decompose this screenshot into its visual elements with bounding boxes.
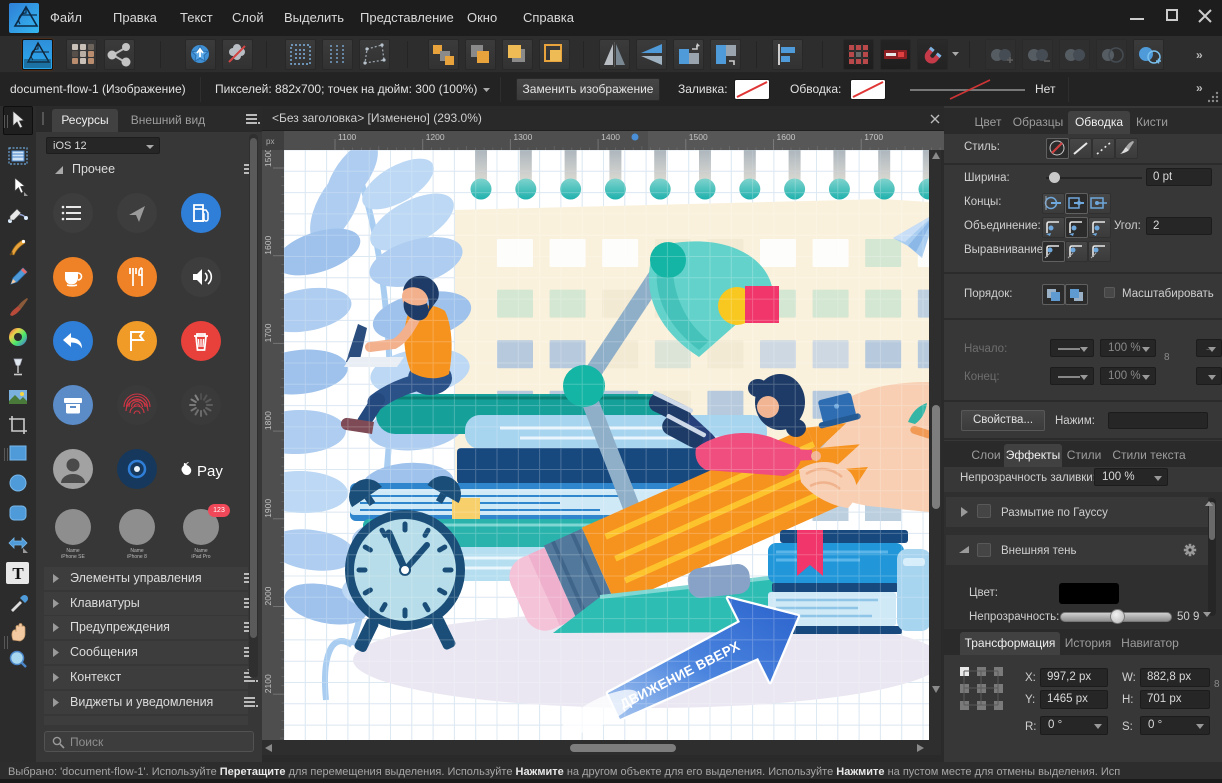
svg-text:1700: 1700 (263, 323, 273, 342)
svg-text:1100: 1100 (338, 132, 357, 142)
svg-text:2000: 2000 (263, 586, 273, 605)
svg-text:2100: 2100 (263, 674, 273, 693)
svg-text:1200: 1200 (426, 132, 445, 142)
svg-text:1400: 1400 (601, 132, 620, 142)
svg-text:Paу: Paу (197, 463, 223, 480)
svg-text:1300: 1300 (513, 132, 532, 142)
svg-text:1800: 1800 (263, 411, 273, 430)
svg-text:T: T (12, 564, 24, 583)
svg-text:1600: 1600 (263, 236, 273, 255)
svg-text:1900: 1900 (263, 499, 273, 518)
svg-text:1500: 1500 (263, 150, 273, 167)
